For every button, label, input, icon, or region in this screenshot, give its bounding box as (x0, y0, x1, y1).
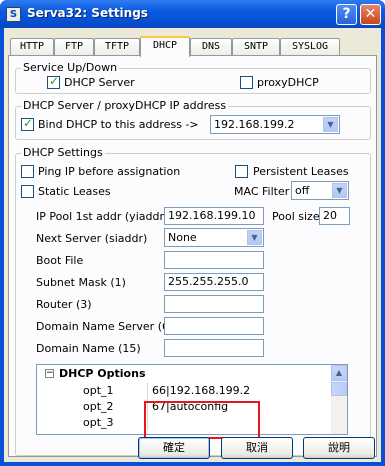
chevron-down-icon[interactable]: ▼ (323, 117, 338, 132)
tab-http[interactable]: HTTP (10, 38, 54, 56)
dns-input[interactable] (164, 317, 264, 335)
tab-strip: HTTP FTP TFTP DHCP DNS SNTP SYSLOG (8, 36, 378, 57)
collapse-icon[interactable]: − (45, 369, 54, 378)
dhcp-options-list[interactable]: − DHCP Options opt_1 66|192.168.199.2 op… (36, 364, 348, 435)
list-item[interactable]: opt_2 67|autoconfig (37, 399, 333, 415)
tab-sntp[interactable]: SNTP (232, 38, 280, 56)
dhcp-server-checkbox[interactable] (47, 74, 60, 89)
cancel-button[interactable]: 取消 (221, 437, 293, 459)
settings-window: S Serva32: Settings ? ✕ HTTP FTP TFTP DH… (0, 0, 385, 466)
proxy-dhcp-label: proxyDHCP (257, 76, 319, 89)
app-icon: S (6, 7, 21, 22)
boot-file-label: Boot File (36, 254, 84, 267)
subnet-mask-label: Subnet Mask (1) (36, 276, 126, 289)
scroll-thumb[interactable] (331, 382, 347, 396)
help-title-button[interactable]: ? (336, 4, 357, 25)
static-leases-checkbox[interactable] (21, 185, 34, 198)
domain-name-label: Domain Name (15) (36, 342, 141, 355)
chevron-down-icon[interactable]: ▼ (332, 183, 347, 198)
title-bar[interactable]: S Serva32: Settings ? ✕ (0, 0, 385, 28)
boot-file-input[interactable] (164, 251, 264, 269)
help-button[interactable]: 說明 (303, 437, 375, 459)
close-button[interactable]: ✕ (360, 4, 381, 25)
ok-button[interactable]: 確定 (138, 437, 210, 459)
pool-size-label: Pool size (272, 210, 320, 223)
tab-ftp[interactable]: FTP (54, 38, 94, 56)
subnet-mask-input[interactable]: 255.255.255.0 (164, 273, 264, 291)
bind-dhcp-label: Bind DHCP to this address -> (38, 118, 199, 131)
option-name: opt_3 (83, 416, 114, 429)
option-value: 67|autoconfig (152, 400, 229, 413)
scroll-up-icon[interactable]: ▲ (331, 365, 347, 381)
tab-tftp[interactable]: TFTP (94, 38, 140, 56)
mac-filter-combo[interactable]: off ▼ (291, 181, 349, 200)
dhcp-options-header: DHCP Options (59, 367, 146, 380)
tab-dhcp[interactable]: DHCP (140, 36, 190, 57)
router-label: Router (3) (36, 298, 92, 311)
list-item[interactable]: opt_3 (37, 415, 333, 431)
mac-filter-value: off (295, 184, 310, 197)
chevron-down-icon[interactable]: ▼ (247, 230, 262, 245)
dialog-body: HTTP FTP TFTP DHCP DNS SNTP SYSLOG Servi… (4, 28, 381, 462)
service-group-label: Service Up/Down (21, 61, 120, 74)
option-value: 66|192.168.199.2 (152, 384, 251, 397)
dhcp-server-label: DHCP Server (64, 76, 135, 89)
dhcp-tab-panel: Service Up/Down DHCP Server proxyDHCP DH… (8, 55, 377, 457)
next-server-combo[interactable]: None ▼ (164, 228, 264, 247)
mac-filter-label: MAC Filter (234, 185, 290, 198)
list-item[interactable]: opt_1 66|192.168.199.2 (37, 383, 333, 399)
next-server-value: None (168, 231, 197, 244)
ping-ip-checkbox[interactable] (21, 165, 34, 178)
dhcp-settings-label: DHCP Settings (21, 146, 105, 159)
bind-address-combo[interactable]: 192.168.199.2 ▼ (210, 115, 340, 134)
ping-ip-label: Ping IP before assignation (38, 165, 181, 178)
bind-dhcp-checkbox[interactable] (21, 116, 34, 131)
tab-syslog[interactable]: SYSLOG (280, 38, 340, 56)
pool-size-input[interactable]: 20 (319, 207, 350, 225)
bind-address-value: 192.168.199.2 (214, 118, 295, 131)
window-title: Serva32: Settings (27, 6, 148, 20)
scrollbar[interactable]: ▲ (331, 365, 347, 434)
next-server-label: Next Server (siaddr) (36, 232, 148, 245)
proxy-dhcp-checkbox[interactable] (240, 76, 253, 89)
static-leases-label: Static Leases (38, 185, 111, 198)
router-input[interactable] (164, 295, 264, 313)
address-group-label: DHCP Server / proxyDHCP IP address (21, 99, 229, 112)
ip-pool-input[interactable]: 192.168.199.10 (164, 207, 264, 225)
persistent-leases-checkbox[interactable] (235, 165, 248, 178)
option-name: opt_1 (83, 384, 114, 397)
ip-pool-label: IP Pool 1st addr (yiaddr) (36, 210, 169, 223)
tab-dns[interactable]: DNS (190, 38, 232, 56)
persistent-leases-label: Persistent Leases (253, 165, 349, 178)
dns-label: Domain Name Server (6) (36, 320, 174, 333)
option-name: opt_2 (83, 400, 114, 413)
domain-name-input[interactable] (164, 339, 264, 357)
